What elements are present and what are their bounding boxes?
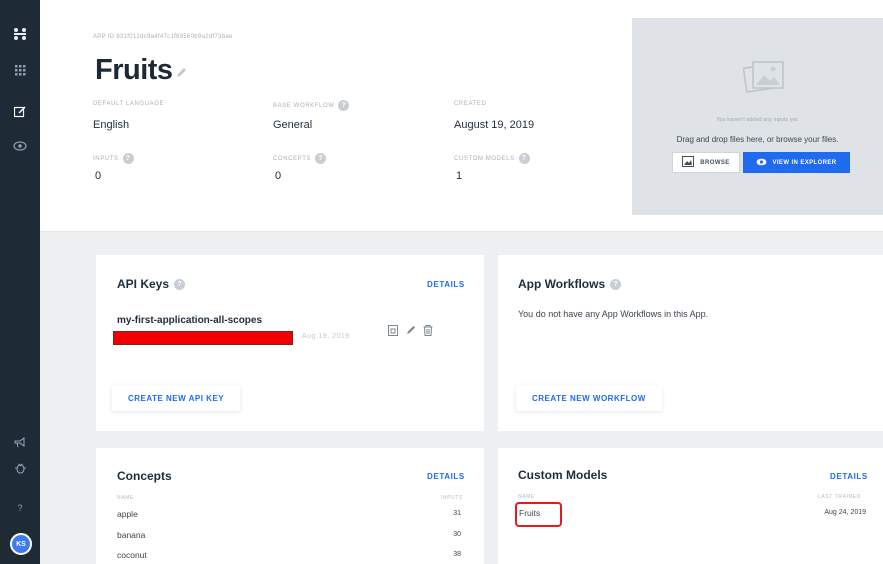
sidebar: ? KS <box>0 0 40 564</box>
concepts-value: 0 <box>275 170 282 182</box>
pencil-icon[interactable] <box>176 66 187 81</box>
user-avatar[interactable]: KS <box>10 533 32 555</box>
app-info-panel: APP ID 831f012dc9a4f47c1f69560b9a2df73ba… <box>40 0 883 232</box>
custom-models-label: CUSTOM MODELS? <box>454 153 530 164</box>
info-icon[interactable]: ? <box>518 153 530 164</box>
file-drop-zone[interactable]: You haven't added any inputs yet. Drag a… <box>632 18 883 215</box>
info-icon[interactable]: ? <box>610 278 622 290</box>
concept-name[interactable]: apple <box>117 509 138 519</box>
info-icon[interactable]: ? <box>338 100 350 111</box>
drop-zone-instructions: Drag and drop files here, or browse your… <box>676 135 839 144</box>
model-name[interactable]: Fruits <box>519 508 540 518</box>
info-icon[interactable]: ? <box>174 278 186 290</box>
concept-inputs: 30 <box>453 531 461 538</box>
api-key-name: my-first-application-all-scopes <box>117 315 263 326</box>
megaphone-icon[interactable] <box>0 430 40 454</box>
browse-button-label: BROWSE <box>700 159 730 166</box>
app-workflows-title: App Workflows? <box>518 277 622 291</box>
workflows-empty-message: You do not have any App Workflows in thi… <box>518 309 709 319</box>
inputs-value: 0 <box>95 170 102 182</box>
api-keys-details-link[interactable]: DETAILS <box>427 280 465 289</box>
custom-models-title: Custom Models <box>518 468 608 482</box>
app-title: Fruits <box>95 54 173 86</box>
custom-models-trained-header: LAST TRAINED <box>818 494 861 500</box>
concept-inputs: 31 <box>453 510 461 517</box>
trash-icon[interactable] <box>423 325 433 339</box>
concepts-label: CONCEPTS? <box>273 153 327 164</box>
base-workflow-value: General <box>273 119 313 131</box>
eye-icon[interactable] <box>0 134 40 158</box>
concepts-details-link[interactable]: DETAILS <box>427 472 465 481</box>
view-in-explorer-button[interactable]: VIEW IN EXPLORER <box>743 152 850 173</box>
info-icon[interactable]: ? <box>315 153 327 164</box>
concept-inputs: 38 <box>453 551 461 558</box>
copy-icon[interactable] <box>388 325 398 339</box>
upload-image-icon <box>682 156 695 169</box>
api-keys-card: API Keys? DETAILS my-first-application-a… <box>96 255 484 431</box>
concept-name[interactable]: banana <box>117 530 145 540</box>
default-language-label: DEFAULT LANGUAGE <box>93 101 165 107</box>
create-workflow-button[interactable]: CREATE NEW WORKFLOW <box>516 385 662 411</box>
default-language-value: English <box>93 119 130 131</box>
app-workflows-card: App Workflows? You do not have any App W… <box>498 255 883 431</box>
edit-icon[interactable] <box>0 100 40 124</box>
image-placeholder-icon <box>742 58 787 96</box>
custom-models-name-header: NAME <box>518 494 535 500</box>
concepts-card: Concepts DETAILS NAME INPUTS apple 31 ba… <box>96 448 484 564</box>
browse-button[interactable]: BROWSE <box>672 152 740 173</box>
concepts-title: Concepts <box>117 469 172 483</box>
custom-models-card: Custom Models DETAILS NAME LAST TRAINED … <box>498 448 883 564</box>
concepts-name-header: NAME <box>117 495 134 501</box>
pencil-icon[interactable] <box>406 325 416 338</box>
concept-name[interactable]: coconut <box>117 550 147 560</box>
concepts-inputs-header: INPUTS <box>441 495 463 501</box>
base-workflow-label: BASE WORKFLOW? <box>273 100 350 111</box>
help-icon[interactable]: ? <box>0 496 40 520</box>
redacted-api-key <box>113 331 293 345</box>
eye-icon <box>756 158 767 168</box>
view-in-explorer-label: VIEW IN EXPLORER <box>772 159 837 166</box>
api-keys-title: API Keys? <box>117 277 186 291</box>
bug-icon[interactable] <box>0 456 40 480</box>
drop-zone-subtext: You haven't added any inputs yet. <box>716 117 799 123</box>
info-icon[interactable]: ? <box>122 153 134 164</box>
api-key-date: Aug 19, 2019 <box>302 333 350 340</box>
apps-grid-icon[interactable] <box>0 58 40 82</box>
model-last-trained: Aug 24, 2019 <box>824 509 866 516</box>
inputs-label: INPUTS? <box>93 153 134 164</box>
created-value: August 19, 2019 <box>454 119 535 131</box>
custom-models-value: 1 <box>456 170 463 182</box>
custom-models-details-link[interactable]: DETAILS <box>830 472 868 481</box>
created-label: CREATED <box>454 101 487 107</box>
app-id-label: APP ID 831f012dc9a4f47c1f69560b9a2df73ba… <box>93 34 233 40</box>
logo-icon[interactable] <box>0 22 40 46</box>
create-api-key-button[interactable]: CREATE NEW API KEY <box>112 385 241 411</box>
